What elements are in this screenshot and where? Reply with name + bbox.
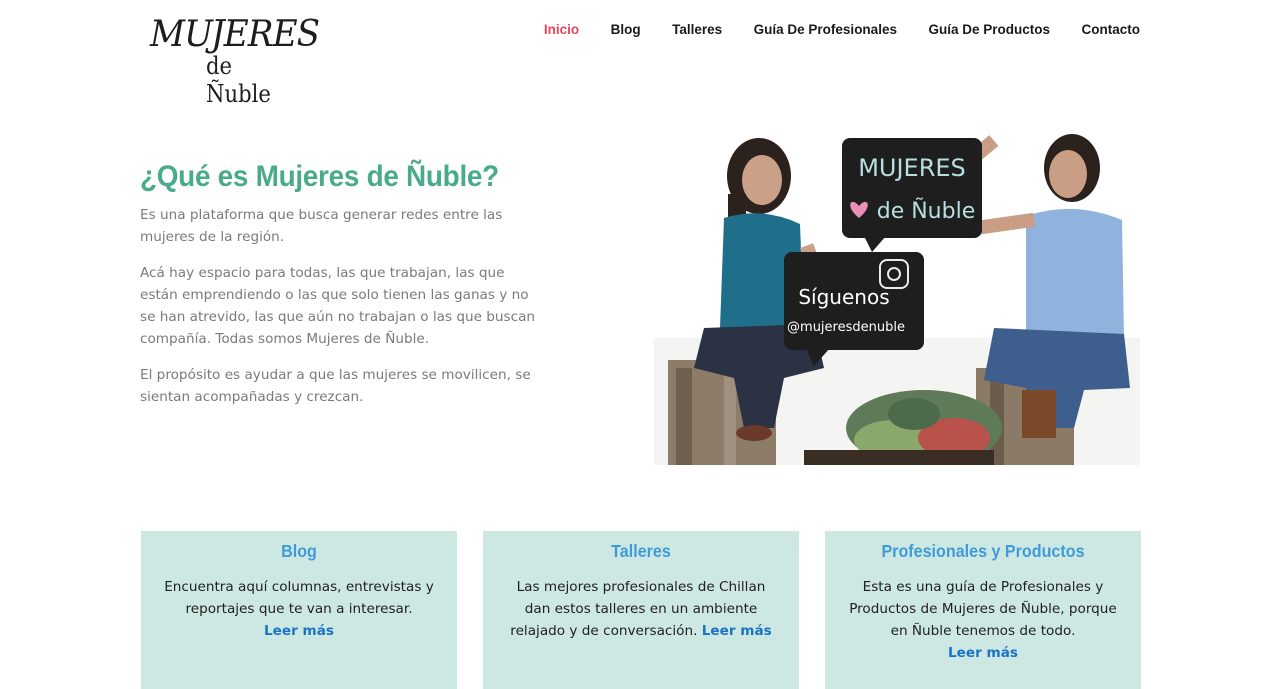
intro-title: ¿Qué es Mujeres de Ñuble? <box>140 160 499 193</box>
card-profesionales-read-more-link[interactable]: Leer más <box>948 645 1018 661</box>
feature-cards: Blog Encuentra aquí columnas, entrevista… <box>140 531 1141 689</box>
nav-item-guia-productos[interactable]: Guía De Productos <box>928 22 1050 37</box>
intro-paragraph-3: El propósito es ayudar a que las mujeres… <box>140 367 531 405</box>
hero-photo-illustration: MUJERES de Ñuble Síguenos @mujeresdenubl… <box>654 128 1140 465</box>
card-talleres: Talleres Las mejores profesionales de Ch… <box>483 531 799 689</box>
sign-siguenos-text: Síguenos <box>798 285 889 309</box>
main-nav: Inicio Blog Talleres Guía De Profesional… <box>512 22 1140 37</box>
logo-sub-text: de Ñuble <box>206 52 271 108</box>
site-header: MUJERES de Ñuble Inicio Blog Talleres Gu… <box>0 0 1280 108</box>
intro-section: ¿Qué es Mujeres de Ñuble? Es una platafo… <box>140 160 540 422</box>
card-profesionales-body: Esta es una guía de Profesionales y Prod… <box>849 579 1117 639</box>
sign-handle-text: @mujeresdenuble <box>787 320 905 335</box>
card-talleres-text: Las mejores profesionales de Chillan dan… <box>483 576 799 642</box>
sign-mujeres-text: MUJERES <box>858 154 966 182</box>
card-talleres-read-more-link[interactable]: Leer más <box>702 623 772 639</box>
card-profesionales-title[interactable]: Profesionales y Productos <box>838 541 1129 562</box>
card-blog-text: Encuentra aquí columnas, entrevistas y r… <box>141 576 457 642</box>
nav-item-talleres[interactable]: Talleres <box>672 22 722 37</box>
card-talleres-title[interactable]: Talleres <box>496 541 787 562</box>
intro-paragraph-1: Es una plataforma que busca generar rede… <box>140 207 503 245</box>
card-blog-title[interactable]: Blog <box>154 541 445 562</box>
sign-de-nuble-text: de Ñuble <box>877 197 976 224</box>
intro-paragraph-2: Acá hay espacio para todas, las que trab… <box>140 265 536 347</box>
hero-photo: MUJERES de Ñuble Síguenos @mujeresdenubl… <box>654 128 1140 465</box>
card-profesionales-productos: Profesionales y Productos Esta es una gu… <box>825 531 1141 689</box>
card-profesionales-text: Esta es una guía de Profesionales y Prod… <box>825 576 1141 664</box>
logo-main-text: MUJERES <box>150 14 320 55</box>
nav-item-guia-profesionales[interactable]: Guía De Profesionales <box>754 22 897 37</box>
card-blog: Blog Encuentra aquí columnas, entrevista… <box>141 531 457 689</box>
nav-item-contacto[interactable]: Contacto <box>1082 22 1141 37</box>
card-blog-read-more-link[interactable]: Leer más <box>264 623 334 639</box>
nav-item-blog[interactable]: Blog <box>611 22 641 37</box>
nav-item-inicio[interactable]: Inicio <box>544 22 579 37</box>
site-logo[interactable]: MUJERES de Ñuble <box>148 10 320 108</box>
card-blog-body: Encuentra aquí columnas, entrevistas y r… <box>164 579 434 617</box>
